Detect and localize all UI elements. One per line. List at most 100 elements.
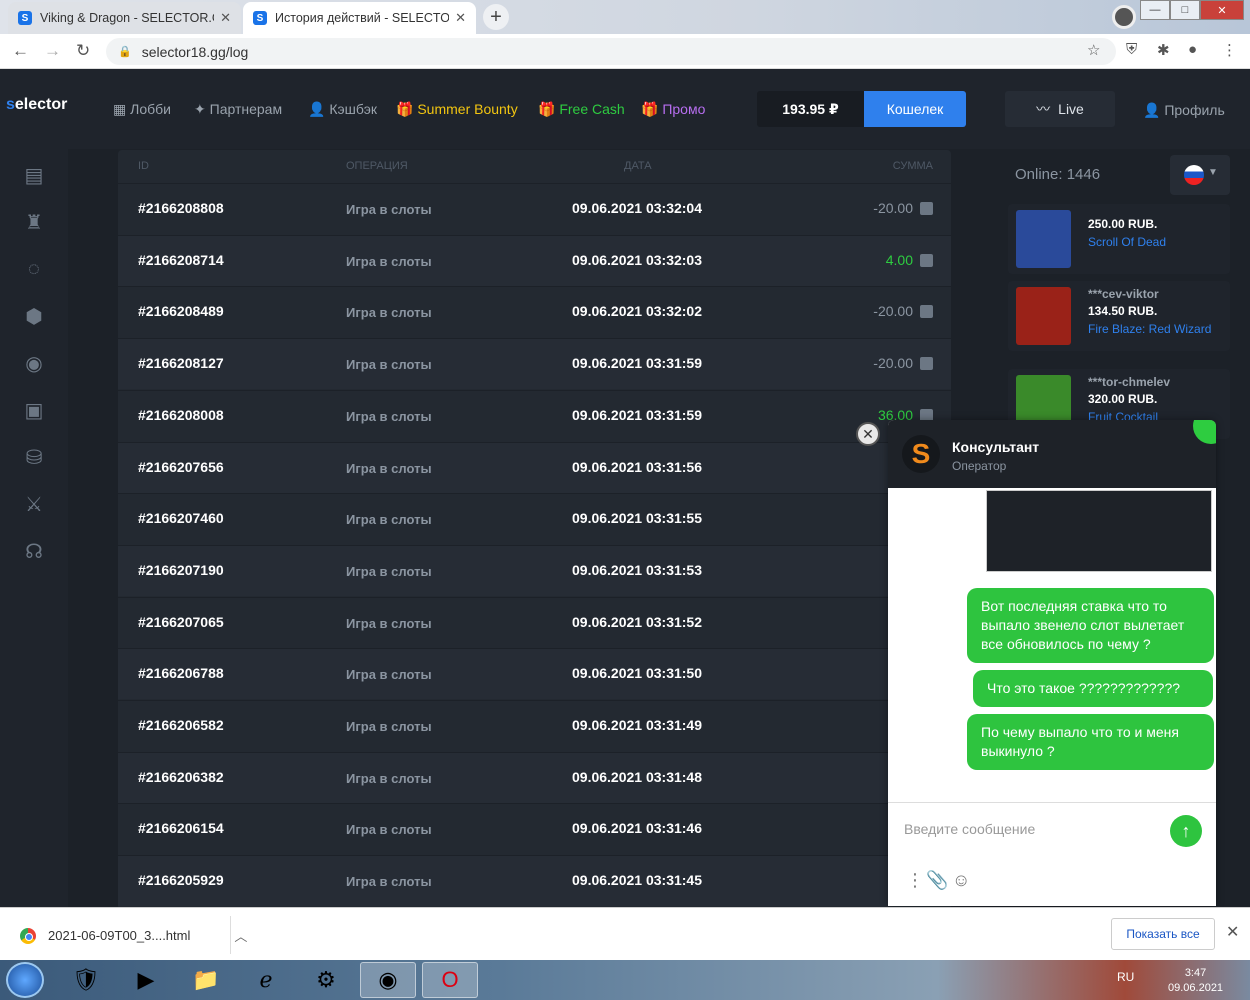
internet-explorer-icon[interactable]: ℯ xyxy=(238,962,294,998)
row-date: 09.06.2021 03:31:49 xyxy=(572,717,702,733)
media-player-icon[interactable]: ▶ xyxy=(118,962,174,998)
nav-free-cash[interactable]: 🎁 Free Cash xyxy=(538,101,625,118)
table-row[interactable]: #2166206582 Игра в слоты 09.06.2021 03:31:… xyxy=(118,700,951,751)
shield-extension-icon[interactable]: ⛨ xyxy=(1126,41,1137,58)
attached-screenshot-image[interactable] xyxy=(986,490,1212,572)
send-arrow-icon[interactable]: ↑ xyxy=(1170,815,1202,847)
win-card[interactable]: ***cev-viktor 134.50 RUB. Fire Blaze: Re… xyxy=(1008,281,1230,351)
nav-partners[interactable]: ✦ Партнерам xyxy=(194,101,282,118)
language-indicator[interactable]: RU xyxy=(1117,970,1134,984)
table-row[interactable]: #2166207460 Игра в слоты 09.06.2021 03:31:… xyxy=(118,493,951,544)
table-row[interactable]: #2166207190 Игра в слоты 09.06.2021 03:31:… xyxy=(118,544,951,596)
balance-display: 193.95 ₽ xyxy=(757,91,864,127)
live-button[interactable]: 〰 Live xyxy=(1005,91,1115,127)
win-card[interactable]: 250.00 RUB. Scroll Of Dead xyxy=(1008,204,1230,274)
site-logo[interactable]: selector xyxy=(6,96,67,114)
nav-cashback[interactable]: 👤 Кэшбэк xyxy=(308,101,377,118)
chrome-taskbar-icon[interactable]: ◉ xyxy=(360,962,416,998)
message-input[interactable]: Введите сообщение xyxy=(904,821,1035,837)
close-tab-icon[interactable]: ✕ xyxy=(220,10,231,26)
table-row[interactable]: #2166206788 Игра в слоты 09.06.2021 03:31:… xyxy=(118,648,951,700)
table-row[interactable]: #2166208489 Игра в слоты 09.06.2021 03:32:… xyxy=(118,286,951,337)
currency-icon xyxy=(920,305,933,319)
paperclip-icon[interactable]: 📎 xyxy=(926,870,948,891)
nav-promo[interactable]: 🎁 Промо xyxy=(641,101,705,118)
table-row[interactable]: #2166207656 Игра в слоты 09.06.2021 03:31:… xyxy=(118,441,951,493)
chevron-up-icon[interactable]: ︿ xyxy=(234,926,247,945)
close-window-button[interactable]: ✕ xyxy=(1200,0,1244,20)
menu-kebab-icon[interactable]: ⋮ xyxy=(1222,41,1237,59)
bingo-icon[interactable]: ▣ xyxy=(20,396,48,424)
account-icon[interactable]: ● xyxy=(1188,41,1197,58)
downloaded-file[interactable]: 2021-06-09T00_3....html ︿ xyxy=(20,926,247,945)
new-tab-button[interactable]: + xyxy=(483,4,509,30)
row-sum: -20.00 xyxy=(873,303,913,320)
bookmark-star-icon[interactable]: ☆ xyxy=(1087,41,1100,59)
extensions-puzzle-icon[interactable]: ✱ xyxy=(1157,41,1170,59)
row-date: 09.06.2021 03:31:59 xyxy=(572,406,702,423)
nav-label: Партнерам xyxy=(209,101,283,117)
folder-icon[interactable]: 📁 xyxy=(178,962,234,998)
close-chat-button[interactable]: ✕ xyxy=(856,422,880,446)
tab-title: История действий - SELECTOR.G xyxy=(275,11,450,25)
site-favicon-icon: S xyxy=(253,11,267,25)
slots-icon[interactable]: ▤ xyxy=(20,161,48,189)
row-id: #2166207460 xyxy=(138,510,224,527)
row-operation: Игра в слоты xyxy=(346,667,432,683)
maximize-button[interactable]: □ xyxy=(1170,0,1200,20)
nav-label: Кэшбэк xyxy=(329,101,377,117)
minimize-button[interactable]: — xyxy=(1140,0,1170,20)
row-date: 09.06.2021 03:31:55 xyxy=(572,510,702,527)
win-amount: 320.00 RUB. xyxy=(1088,392,1158,406)
forward-arrow-icon[interactable]: → xyxy=(44,41,61,61)
row-operation: Игра в слоты xyxy=(346,563,432,579)
close-tab-icon[interactable]: ✕ xyxy=(455,10,466,26)
row-date: 09.06.2021 03:32:03 xyxy=(572,251,702,268)
more-options-icon[interactable]: ⋮ xyxy=(906,870,924,891)
row-date: 09.06.2021 03:31:53 xyxy=(572,561,702,578)
opera-taskbar-icon[interactable]: O xyxy=(422,962,478,998)
table-row[interactable]: #2166205929 Игра в слоты 09.06.2021 03:31:… xyxy=(118,855,951,907)
reload-icon[interactable]: ↻ xyxy=(76,41,90,61)
roulette-icon[interactable]: ◉ xyxy=(20,349,48,377)
row-operation: Игра в слоты xyxy=(346,874,432,890)
table-row[interactable]: #2166207065 Игра в слоты 09.06.2021 03:31:… xyxy=(118,596,951,648)
win-game[interactable]: Scroll Of Dead xyxy=(1088,235,1166,249)
browser-profile-icon[interactable] xyxy=(1112,5,1136,29)
crossed-swords-icon[interactable]: ⚔ xyxy=(20,490,48,518)
dice-icon[interactable]: ⬢ xyxy=(20,302,48,330)
win-game[interactable]: Fire Blaze: Red Wizard xyxy=(1088,322,1211,336)
system-clock[interactable]: 3:47 09.06.2021 xyxy=(1168,966,1223,996)
table-row[interactable]: #2166208808 Игра в слоты 09.06.2021 03:32:… xyxy=(118,183,951,234)
nav-lobby[interactable]: ▦ Лобби xyxy=(113,101,171,118)
row-id: #2166207065 xyxy=(138,613,224,630)
operator-role: Оператор xyxy=(952,459,1007,473)
nav-summer-bounty[interactable]: 🎁 Summer Bounty xyxy=(396,101,518,118)
wallet-button[interactable]: Кошелек xyxy=(864,91,966,127)
divider xyxy=(230,916,231,954)
table-row[interactable]: #2166208714 Игра в слоты 09.06.2021 03:32:… xyxy=(118,234,951,286)
language-selector[interactable]: ▼ xyxy=(1170,155,1230,195)
show-all-downloads-button[interactable]: Показать все xyxy=(1111,918,1215,950)
browser-tab-log[interactable]: S История действий - SELECTOR.G ✕ xyxy=(243,2,476,34)
row-id: #2166206154 xyxy=(138,820,224,837)
row-date: 09.06.2021 03:31:45 xyxy=(572,872,702,889)
chrome-file-icon xyxy=(20,927,36,944)
emoji-icon[interactable]: ☺ xyxy=(952,870,970,891)
windows-start-button[interactable] xyxy=(6,962,44,998)
close-download-bar-icon[interactable]: ✕ xyxy=(1226,922,1239,942)
app-icon[interactable]: ⚙ xyxy=(298,962,354,998)
browser-tab-viking[interactable]: S Viking & Dragon - SELECTOR.GG ✕ xyxy=(8,2,241,34)
game-app-icon[interactable]: 🛡 xyxy=(58,962,114,998)
back-arrow-icon[interactable]: ← xyxy=(12,41,29,61)
address-bar[interactable]: 🔒 selector18.gg/log xyxy=(106,38,1116,65)
wheel-icon[interactable]: ◌ xyxy=(20,255,48,283)
table-row[interactable]: #2166206154 Игра в слоты 09.06.2021 03:31:… xyxy=(118,803,951,854)
coins-stack-icon[interactable]: ⛁ xyxy=(20,443,48,471)
table-row[interactable]: #2166208008 Игра в слоты 09.06.2021 03:31:… xyxy=(118,389,951,441)
castle-icon[interactable]: ♜ xyxy=(20,208,48,236)
headset-icon[interactable]: ☊ xyxy=(20,537,48,565)
table-row[interactable]: #2166208127 Игра в слоты 09.06.2021 03:31:… xyxy=(118,338,951,390)
table-row[interactable]: #2166206382 Игра в слоты 09.06.2021 03:31:… xyxy=(118,751,951,803)
profile-link[interactable]: 👤 Профиль xyxy=(1143,102,1225,119)
